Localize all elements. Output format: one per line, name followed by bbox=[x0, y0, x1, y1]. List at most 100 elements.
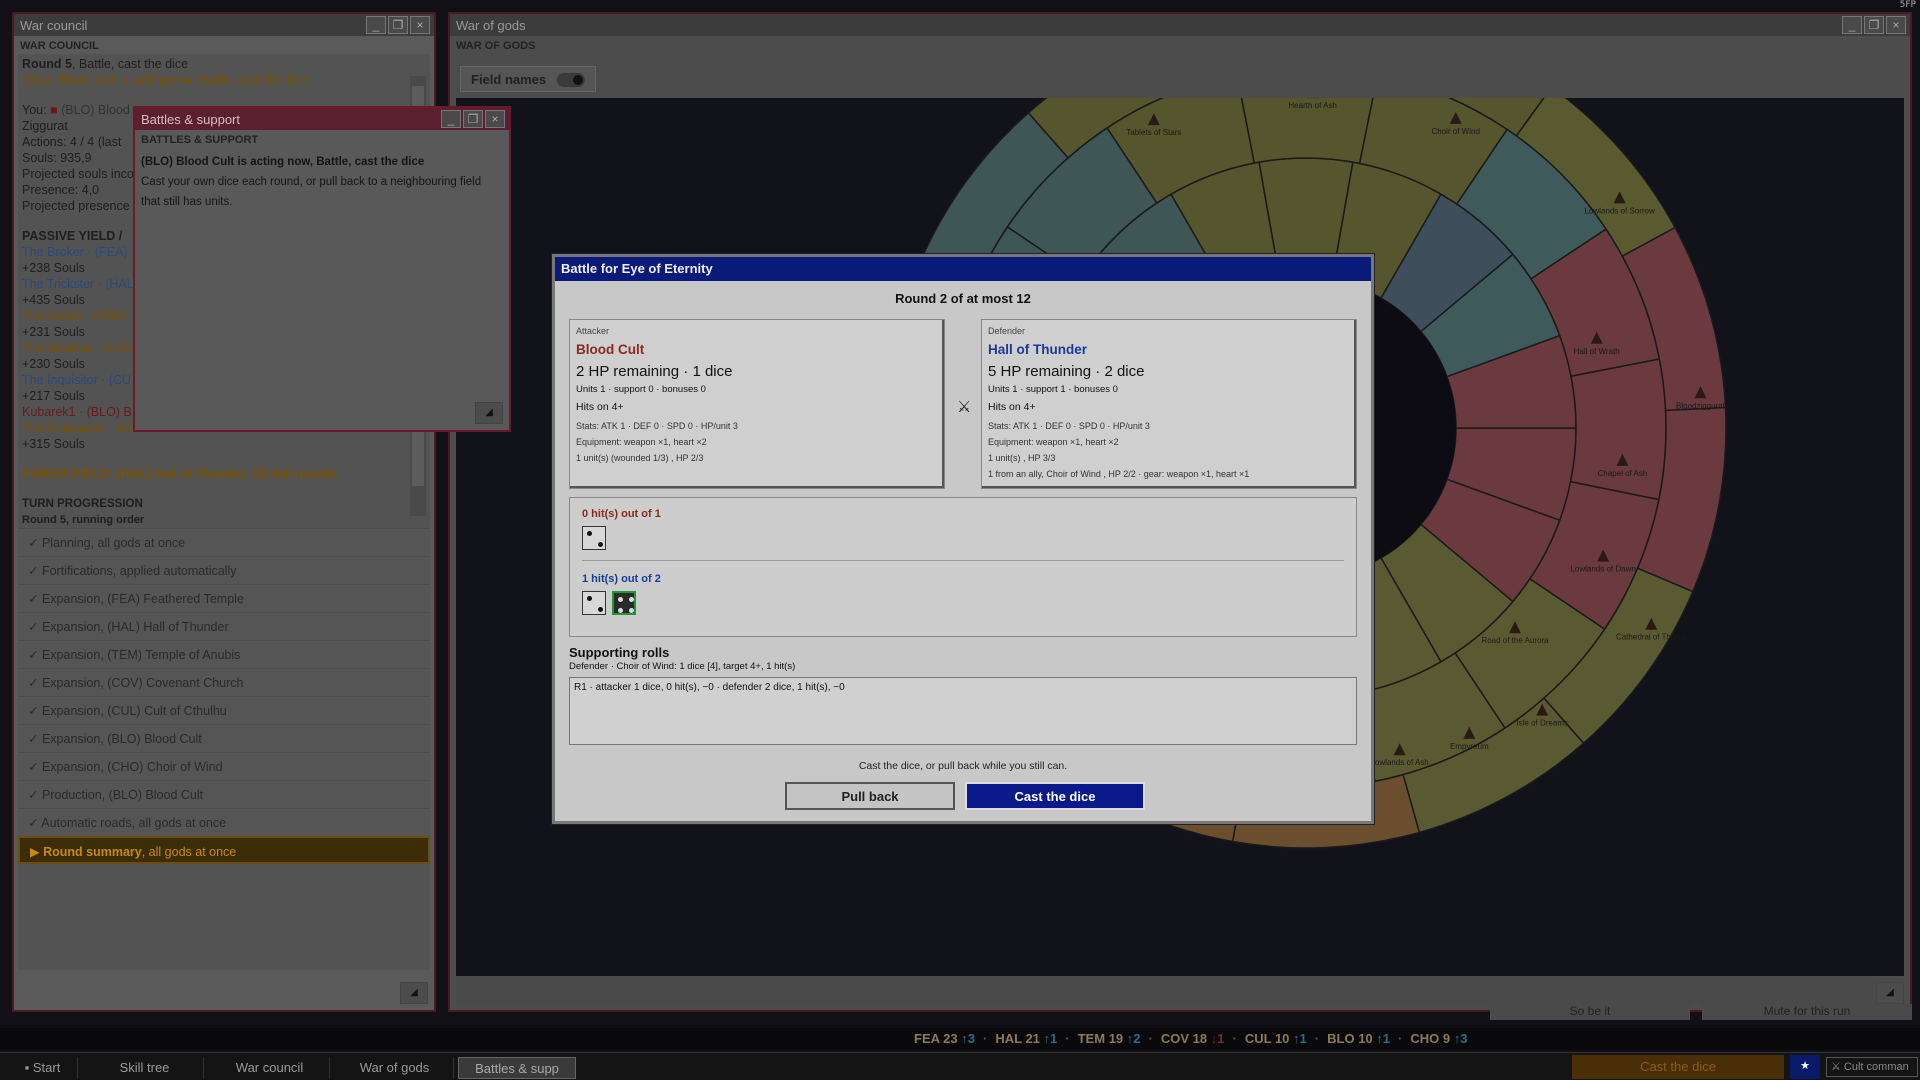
faction-square-icon: ■ bbox=[50, 103, 62, 117]
score-value: 23 bbox=[943, 1031, 958, 1046]
supporting-rolls-detail: Defender · Choir of Wind: 1 dice [4], ta… bbox=[569, 661, 796, 672]
battle-log-entry: R1 · attacker 1 dice, 0 hit(s), −0 · def… bbox=[574, 682, 845, 693]
die-pip bbox=[587, 596, 592, 601]
action-hint: Cast the dice, or pull back while you st… bbox=[858, 760, 1068, 772]
score-delta: 2 bbox=[1133, 1031, 1141, 1046]
cult-command-button[interactable]: ⚔ Cult comman bbox=[1826, 1057, 1918, 1077]
separator: · bbox=[1314, 1031, 1320, 1046]
round-label: Round 5 bbox=[22, 57, 72, 71]
die-pip bbox=[629, 608, 634, 613]
window-titlebar[interactable]: War council _ ❐ × bbox=[14, 14, 434, 36]
defender-stats: Stats: ATK 1 · DEF 0 · SPD 0 · HP/unit 3 bbox=[988, 421, 1150, 431]
attacker-hit-count: 0 hit(s) out of 1 bbox=[582, 508, 661, 520]
mute-button[interactable]: Mute for this run bbox=[1702, 1004, 1912, 1020]
progression-item[interactable]: ✓ Expansion, (CUL) Cult of Cthulhu bbox=[18, 696, 430, 724]
progression-item[interactable]: ✓ Production, (BLO) Blood Cult bbox=[18, 780, 430, 808]
field-label: Lowlands of Dawn bbox=[1570, 565, 1635, 574]
window-titlebar[interactable]: Battles & support _ ❐ × bbox=[135, 108, 509, 130]
field-label: Hall of Wrath bbox=[1574, 347, 1620, 356]
toggle-switch[interactable] bbox=[557, 73, 585, 87]
progression-item[interactable]: ✓ Automatic roads, all gods at once bbox=[18, 808, 430, 836]
so-be-it-button[interactable]: So be it bbox=[1490, 1004, 1690, 1020]
maximize-button[interactable]: ❐ bbox=[463, 110, 483, 128]
attacker-role: Attacker bbox=[576, 326, 610, 336]
resize-handle[interactable]: ◢ bbox=[1876, 982, 1904, 1004]
you-value: (BLO) Blood bbox=[61, 103, 130, 117]
crossed-swords-icon: ⚔ bbox=[957, 399, 972, 416]
taskbar: ▪ Start Skill tree War council War of go… bbox=[0, 1052, 1920, 1080]
close-button[interactable]: × bbox=[485, 110, 505, 128]
score-item: TEM 19 ↑2 bbox=[1078, 1031, 1141, 1046]
die-pip bbox=[618, 608, 623, 613]
attacker-units-detail: 1 unit(s) (wounded 1/3) , HP 2/3 bbox=[576, 453, 704, 463]
round-summary-item[interactable]: ▶ Round summary, all gods at once bbox=[18, 836, 430, 864]
score-delta: 3 bbox=[967, 1031, 975, 1046]
defender-units: Units 1 · support 1 · bonuses 0 bbox=[988, 384, 1118, 395]
acting-status: (BLO) Blood Cult is acting now, Battle, … bbox=[22, 73, 308, 87]
defender-equipment: Equipment: weapon ×1, heart ×2 bbox=[988, 437, 1119, 447]
score-code: COV bbox=[1160, 1031, 1190, 1046]
window-titlebar[interactable]: War of gods _ ❐ × bbox=[450, 14, 1910, 36]
score-value: 10 bbox=[1358, 1031, 1373, 1046]
score-value: 9 bbox=[1442, 1031, 1451, 1046]
die-pip bbox=[629, 597, 634, 602]
field-names-toggle[interactable]: Field names bbox=[460, 66, 596, 92]
die-hit bbox=[612, 591, 636, 615]
score-value: 19 bbox=[1108, 1031, 1124, 1046]
turn-progression-heading: TURN PROGRESSION bbox=[22, 498, 143, 510]
defender-dice-row bbox=[582, 591, 1344, 615]
start-icon: ▪ bbox=[24, 1060, 33, 1075]
progression-item[interactable]: ✓ Fortifications, applied automatically bbox=[18, 556, 430, 584]
window-title: Battles & support bbox=[141, 112, 240, 127]
field-label: Road of the Aurora bbox=[1481, 636, 1549, 645]
die-pip bbox=[587, 531, 592, 536]
score-code: CUL bbox=[1244, 1031, 1272, 1046]
taskbar-war-of-gods[interactable]: War of gods bbox=[336, 1057, 454, 1079]
separator: · bbox=[1148, 1031, 1153, 1046]
progression-item[interactable]: ✓ Expansion, (CHO) Choir of Wind bbox=[18, 752, 430, 780]
minimize-button[interactable]: _ bbox=[1842, 16, 1862, 34]
close-button[interactable]: × bbox=[1886, 16, 1906, 34]
pull-back-button[interactable]: Pull back bbox=[785, 782, 955, 810]
taskbar-skill-tree[interactable]: Skill tree bbox=[86, 1057, 204, 1079]
die bbox=[582, 591, 606, 615]
close-button[interactable]: × bbox=[410, 16, 430, 34]
attacker-name: Blood Cult bbox=[576, 342, 645, 357]
score-code: CHO bbox=[1410, 1031, 1440, 1046]
battles-description: that still has units. bbox=[141, 196, 233, 208]
you-label: You: bbox=[22, 103, 51, 117]
score-item: HAL 21 ↑1 bbox=[995, 1031, 1057, 1046]
minimize-button[interactable]: _ bbox=[441, 110, 461, 128]
star-icon[interactable]: ★ bbox=[1790, 1055, 1820, 1079]
map-field[interactable] bbox=[1569, 358, 1667, 501]
battle-log[interactable]: R1 · attacker 1 dice, 0 hit(s), −0 · def… bbox=[569, 677, 1357, 745]
attacker-dice-row bbox=[582, 526, 1344, 550]
progression-item[interactable]: ✓ Expansion, (HAL) Hall of Thunder bbox=[18, 612, 430, 640]
round-summary-label: Round summary bbox=[43, 845, 142, 859]
round-summary-desc: , all gods at once bbox=[141, 845, 237, 859]
separator: · bbox=[982, 1031, 988, 1046]
attacker-hp: 2 HP remaining · 1 dice bbox=[576, 363, 733, 380]
minimize-button[interactable]: _ bbox=[366, 16, 386, 34]
resize-handle[interactable]: ◢ bbox=[400, 982, 428, 1004]
cast-dice-button[interactable]: Cast the dice bbox=[965, 782, 1145, 810]
taskbar-battles-support[interactable]: Battles & supp bbox=[458, 1057, 576, 1079]
progression-item[interactable]: ✓ Expansion, (FEA) Feathered Temple bbox=[18, 584, 430, 612]
field-label: Bloodziggurat bbox=[1676, 401, 1726, 410]
progression-item[interactable]: ✓ Expansion, (TEM) Temple of Anubis bbox=[18, 640, 430, 668]
score-value: 18 bbox=[1192, 1031, 1208, 1046]
power-field-status: POWER FIELD: (HAL) Hall of Thunder, 0/3 … bbox=[22, 467, 338, 481]
progression-item[interactable]: ✓ Planning, all gods at once bbox=[18, 528, 430, 556]
maximize-button[interactable]: ❐ bbox=[388, 16, 408, 34]
score-delta: 3 bbox=[1460, 1031, 1468, 1046]
taskbar-cast-dice-button[interactable]: Cast the dice bbox=[1572, 1055, 1784, 1079]
window-title: War council bbox=[20, 18, 88, 33]
section-heading: BATTLES & SUPPORT bbox=[141, 134, 259, 146]
score-delta: 1 bbox=[1382, 1031, 1391, 1046]
resize-handle[interactable]: ◢ bbox=[475, 402, 503, 424]
maximize-button[interactable]: ❐ bbox=[1864, 16, 1884, 34]
start-button[interactable]: ▪ Start bbox=[8, 1057, 78, 1079]
progression-item[interactable]: ✓ Expansion, (COV) Covenant Church bbox=[18, 668, 430, 696]
progression-item[interactable]: ✓ Expansion, (BLO) Blood Cult bbox=[18, 724, 430, 752]
taskbar-war-council[interactable]: War council bbox=[210, 1057, 330, 1079]
